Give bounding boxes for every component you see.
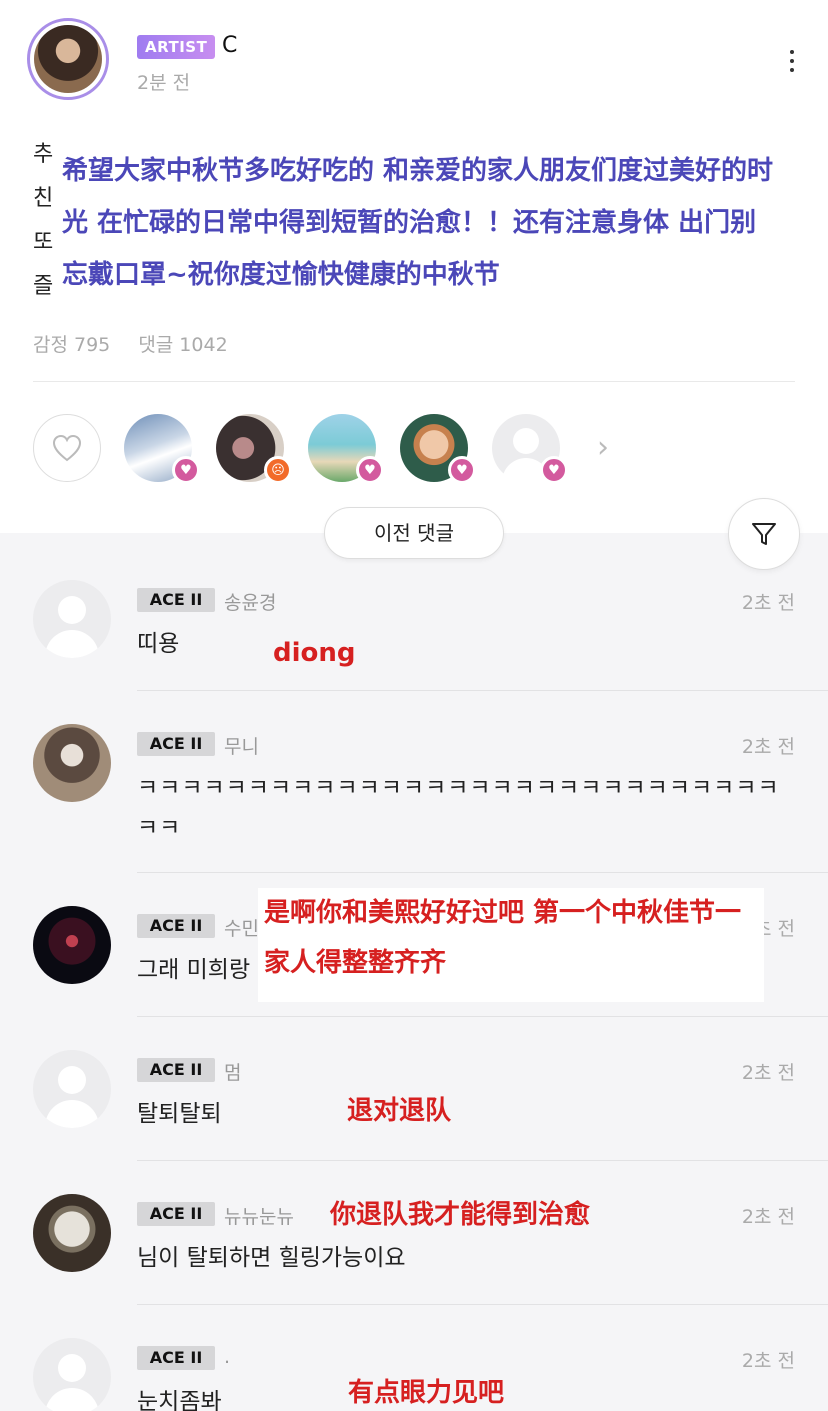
more-vertical-icon bbox=[790, 50, 794, 54]
comment-time: 2초 전 bbox=[741, 736, 795, 758]
heart-outline-icon bbox=[52, 434, 82, 462]
comment-text: 탈퇴탈퇴 bbox=[137, 1101, 222, 1127]
heart-reaction-badge: ♥ bbox=[540, 456, 568, 484]
comment-nick[interactable]: 무니 bbox=[224, 732, 259, 759]
angry-reaction-badge: ☹ bbox=[264, 456, 292, 484]
heart-reaction-badge: ♥ bbox=[356, 456, 384, 484]
level-badge: ACE II bbox=[137, 588, 215, 612]
avatar[interactable] bbox=[33, 906, 111, 984]
comment-nick[interactable]: 수민 bbox=[224, 914, 259, 941]
translation-note: 你退队我才能得到治愈 bbox=[330, 1200, 591, 1230]
level-badge: ACE II bbox=[137, 732, 215, 756]
comment-nick[interactable]: 송윤경 bbox=[224, 588, 276, 615]
translation-note: 有点眼力见吧 bbox=[348, 1378, 505, 1408]
level-badge: ACE II bbox=[137, 1058, 215, 1082]
avatar[interactable] bbox=[33, 1194, 111, 1272]
post-korean-text: 추 친 또 즐 bbox=[33, 133, 61, 309]
comment-text: 님이 탈퇴하면 힐링가능이요 bbox=[137, 1245, 406, 1271]
reactor-avatar[interactable]: ☹ bbox=[216, 414, 292, 484]
reaction-count[interactable]: 감정 795 bbox=[33, 334, 110, 356]
chevron-right-icon[interactable]: › bbox=[597, 430, 609, 465]
comment-divider bbox=[137, 872, 828, 873]
divider bbox=[33, 381, 795, 382]
post-translation-overlay: 希望大家中秋节多吃好吃的 和亲爱的家人朋友们度过美好的时光 在忙碌的日常中得到短… bbox=[58, 145, 778, 301]
comment-text: ㅋㅋㅋㅋㅋㅋㅋㅋㅋㅋㅋㅋㅋㅋㅋㅋㅋㅋㅋㅋㅋㅋㅋㅋㅋㅋㅋㅋㅋㅋㅋ bbox=[137, 775, 780, 841]
heart-reaction-badge: ♥ bbox=[448, 456, 476, 484]
comment-divider bbox=[137, 1016, 828, 1017]
comment-time: 2초 전 bbox=[741, 1350, 795, 1372]
korean-char: 추 bbox=[33, 142, 54, 167]
reactor-avatar[interactable]: ♥ bbox=[492, 414, 568, 484]
avatar[interactable] bbox=[33, 580, 111, 658]
comment-nick[interactable]: 뉴뉴눈뉴 bbox=[224, 1202, 294, 1229]
post-time: 2분 전 bbox=[137, 72, 191, 94]
comment-divider bbox=[137, 690, 828, 691]
translation-note: 是啊你和美熙好好过吧 第一个中秋佳节一家人得整整齐齐 bbox=[258, 888, 764, 1002]
reactor-avatar[interactable]: ♥ bbox=[124, 414, 200, 484]
comment-time: 2초 전 bbox=[741, 592, 795, 614]
filter-button[interactable] bbox=[728, 498, 800, 570]
heart-reaction-badge: ♥ bbox=[172, 456, 200, 484]
avatar[interactable] bbox=[33, 1050, 111, 1128]
avatar[interactable] bbox=[33, 1338, 111, 1411]
translation-note: 退对退队 bbox=[347, 1096, 452, 1126]
comment-nick[interactable]: . bbox=[224, 1346, 230, 1368]
korean-char: 즐 bbox=[33, 274, 54, 299]
avatar[interactable] bbox=[33, 724, 111, 802]
comment-divider bbox=[137, 1304, 828, 1305]
filter-icon bbox=[752, 523, 776, 545]
post-stats: 감정 795 댓글 1042 bbox=[33, 330, 250, 357]
previous-comments-button[interactable]: 이전 댓글 bbox=[324, 507, 504, 559]
comment-text: 띠용 bbox=[137, 631, 180, 657]
level-badge: ACE II bbox=[137, 1346, 215, 1370]
more-options-button[interactable] bbox=[780, 50, 804, 78]
artist-avatar[interactable] bbox=[27, 18, 109, 100]
artist-badge: ARTIST bbox=[137, 35, 216, 59]
korean-char: 친 bbox=[33, 186, 54, 211]
translation-note: diong bbox=[273, 638, 356, 668]
comment-divider bbox=[137, 1160, 828, 1161]
reactor-avatar[interactable]: ♥ bbox=[308, 414, 384, 484]
comment-count[interactable]: 댓글 1042 bbox=[138, 334, 227, 356]
like-button[interactable] bbox=[33, 414, 101, 482]
comment-time: 2초 전 bbox=[741, 1206, 795, 1228]
reactor-avatar[interactable]: ♥ bbox=[400, 414, 476, 484]
level-badge: ACE II bbox=[137, 1202, 215, 1226]
author-name[interactable]: C bbox=[222, 33, 237, 58]
comment-time: 2초 전 bbox=[741, 1062, 795, 1084]
level-badge: ACE II bbox=[137, 914, 215, 938]
comment-nick[interactable]: 멈 bbox=[224, 1058, 241, 1085]
korean-char: 또 bbox=[33, 230, 54, 255]
